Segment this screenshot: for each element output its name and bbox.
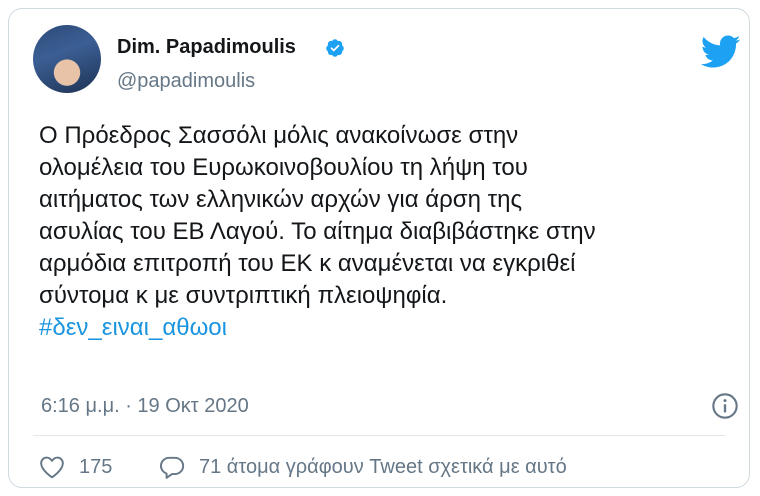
info-icon[interactable] [711, 392, 739, 420]
tweet-line: αρμόδια επιτροπή του ΕΚ κ αναμένεται να … [39, 250, 576, 277]
author-handle[interactable]: @papadimoulis [117, 70, 255, 93]
reply-button[interactable]: 71 άτομα γράφουν Tweet σχετικά με αυτό [159, 455, 567, 479]
tweet-line: ολομέλεια του Ευρωκοινοβουλίου τη λήψη τ… [39, 154, 528, 181]
tweet-line: ασυλίας του ΕΒ Λαγού. Το αίτημα διαβιβάσ… [39, 218, 596, 245]
tweet-line: Ο Πρόεδρος Σασσόλι μόλις ανακοίνωσε στην [39, 122, 519, 149]
author-name[interactable]: Dim. Papadimoulis [117, 36, 296, 59]
divider [33, 435, 725, 436]
hashtag-link[interactable]: #δεν_ειναι_αθωοι [39, 312, 729, 344]
twitter-bird-icon[interactable] [701, 35, 741, 69]
heart-icon [40, 456, 64, 479]
tweet-timestamp[interactable]: 6:16 μ.μ. · 19 Οκτ 2020 [41, 395, 249, 418]
like-count: 175 [79, 455, 113, 478]
tweet-line: αιτήματος των ελληνικών αρχών για άρση τ… [39, 186, 523, 213]
tweet-card: Dim. Papadimoulis @papadimoulis Ο Πρόεδρ… [8, 8, 750, 488]
tweet-text: Ο Πρόεδρος Σασσόλι μόλις ανακοίνωσε στην… [39, 120, 729, 344]
tweet-line: σύντομα κ με συντριπτική πλειοψηφία. [39, 282, 448, 309]
reply-text: 71 άτομα γράφουν Tweet σχετικά με αυτό [199, 455, 567, 478]
like-button[interactable]: 175 [39, 455, 112, 479]
avatar[interactable] [33, 25, 101, 93]
verified-badge-icon [326, 39, 344, 57]
comment-icon [159, 456, 185, 479]
